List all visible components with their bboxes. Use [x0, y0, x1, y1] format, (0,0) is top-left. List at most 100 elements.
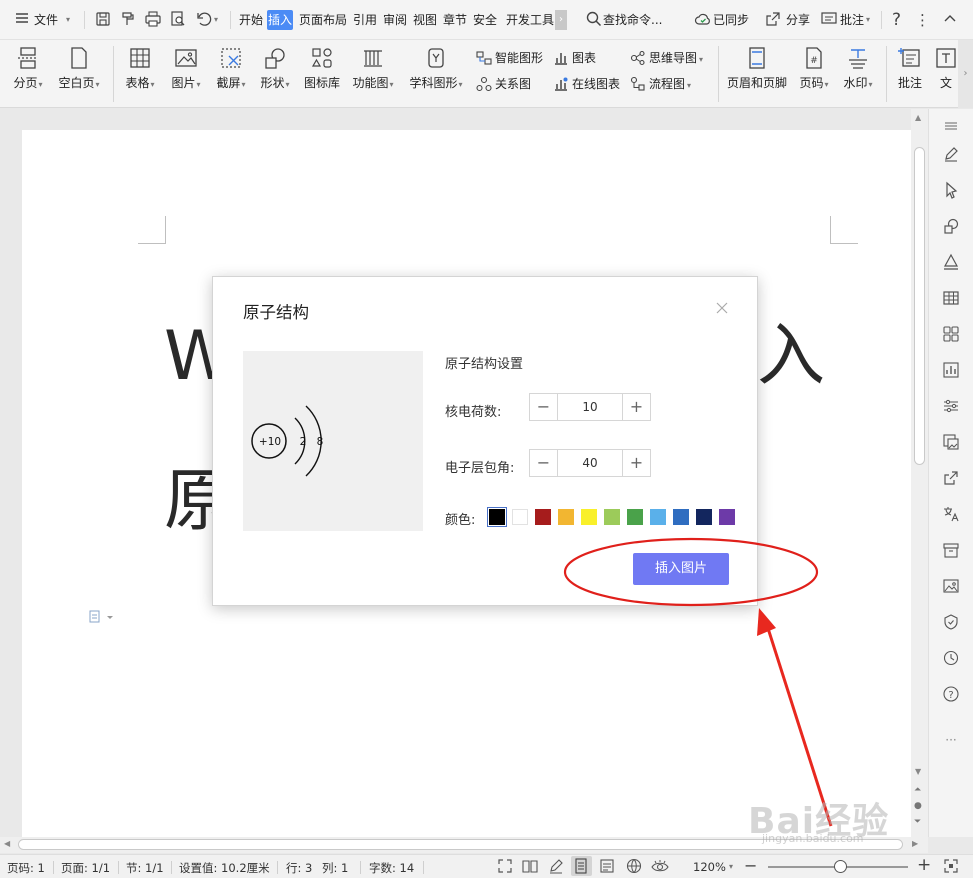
undo-dropdown-icon[interactable]: ▾	[214, 9, 218, 31]
scroll-right-icon[interactable]: ▶	[912, 839, 918, 848]
security-icon[interactable]	[942, 613, 960, 631]
hamburger-menu-icon[interactable]	[14, 10, 32, 28]
vertical-scroll-thumb[interactable]	[914, 147, 925, 465]
color-swatch[interactable]	[535, 509, 551, 525]
status-page-code[interactable]: 页码: 1	[7, 860, 45, 876]
chart-button[interactable]: 图表	[553, 48, 596, 68]
color-swatch[interactable]	[673, 509, 689, 525]
search-command[interactable]: 查找命令...	[603, 9, 662, 31]
status-page[interactable]: 页面: 1/1	[61, 860, 110, 876]
reading-mode-icon[interactable]	[522, 858, 538, 877]
tab-home[interactable]: 开始	[238, 10, 264, 30]
tab-chapter[interactable]: 章节	[442, 10, 468, 30]
next-page-icon[interactable]: ⏷	[914, 817, 921, 827]
color-swatch[interactable]	[512, 509, 528, 525]
zoom-level[interactable]: 120%	[693, 860, 726, 874]
sync-status[interactable]: 已同步	[713, 9, 749, 31]
scroll-left-icon[interactable]: ◀	[4, 839, 10, 848]
tab-review[interactable]: 审阅	[382, 10, 408, 30]
style-icon[interactable]	[942, 253, 960, 271]
color-swatch[interactable]	[558, 509, 574, 525]
prev-page-icon[interactable]: ⏶	[914, 785, 921, 795]
screenshot-button[interactable]: 截屏▾	[211, 46, 251, 102]
format-painter-icon[interactable]	[119, 10, 137, 28]
shape-button[interactable]: 形状▾	[255, 46, 295, 102]
print-icon[interactable]	[144, 10, 162, 28]
color-swatch[interactable]	[627, 509, 643, 525]
page-number-button[interactable]: # 页码▾	[794, 46, 834, 102]
function-chart-button[interactable]: 功能图▾	[348, 46, 398, 102]
comment-menu[interactable]: 批注	[840, 9, 864, 31]
chevron-down-icon[interactable]: ▾	[66, 9, 70, 31]
chevron-down-icon[interactable]: ▾	[866, 9, 870, 31]
shapes-icon[interactable]	[942, 217, 960, 235]
charge-input[interactable]	[559, 394, 621, 420]
zoom-in-button[interactable]: +	[917, 855, 931, 875]
icon-library-button[interactable]: 图标库	[301, 46, 343, 102]
tab-reference[interactable]: 引用	[352, 10, 378, 30]
select-cursor-icon[interactable]	[942, 181, 960, 199]
charge-decrease-button[interactable]: −	[530, 394, 558, 420]
collapse-sidebar-icon[interactable]	[942, 117, 960, 135]
tab-security[interactable]: 安全	[472, 10, 498, 30]
comment-ribbon-button[interactable]: 批注	[892, 46, 928, 102]
color-swatch[interactable]	[487, 507, 507, 527]
relation-chart-button[interactable]: 关系图	[476, 74, 531, 94]
help-icon[interactable]: ?	[892, 9, 901, 31]
apps-icon[interactable]	[942, 325, 960, 343]
color-swatch[interactable]	[650, 509, 666, 525]
color-swatch[interactable]	[719, 509, 735, 525]
zoom-dropdown-icon[interactable]: ▾	[729, 862, 733, 871]
share-icon[interactable]	[764, 10, 782, 28]
blank-page-button[interactable]: 空白页▾	[54, 46, 104, 102]
angle-increase-button[interactable]: +	[622, 450, 650, 476]
cloud-sync-icon[interactable]	[694, 10, 712, 28]
picture-button[interactable]: 图片▾	[166, 46, 206, 102]
chart-sidebar-icon[interactable]	[942, 361, 960, 379]
picture-sidebar-icon[interactable]	[942, 577, 960, 595]
undo-icon[interactable]	[195, 10, 213, 28]
fit-window-icon[interactable]	[943, 858, 959, 877]
search-icon[interactable]	[585, 10, 603, 28]
tab-view[interactable]: 视图	[412, 10, 438, 30]
file-menu[interactable]: 文件	[34, 9, 58, 31]
status-row[interactable]: 行: 3	[286, 860, 312, 876]
close-icon[interactable]	[715, 301, 729, 315]
online-chart-button[interactable]: 在线图表	[553, 74, 620, 94]
outline-view-icon[interactable]	[599, 858, 615, 877]
status-column[interactable]: 列: 1	[322, 860, 348, 876]
sliders-icon[interactable]	[942, 397, 960, 415]
tab-insert[interactable]: 插入	[267, 10, 294, 30]
fullscreen-icon[interactable]	[497, 858, 513, 877]
more-options-icon[interactable]: ⋮	[915, 9, 930, 31]
page-break-button[interactable]: 分页▾	[8, 46, 48, 102]
writing-mode-icon[interactable]	[548, 858, 564, 877]
select-browse-icon[interactable]: ●	[914, 801, 922, 811]
zoom-out-button[interactable]: −	[744, 856, 757, 875]
vertical-scrollbar[interactable]: ▲ ▼ ⏶ ● ⏷	[911, 109, 928, 837]
paste-options-icon[interactable]	[88, 609, 116, 628]
table-sidebar-icon[interactable]	[942, 289, 960, 307]
comment-icon[interactable]	[820, 10, 838, 28]
color-swatch[interactable]	[581, 509, 597, 525]
history-icon[interactable]	[942, 649, 960, 667]
print-preview-icon[interactable]	[169, 10, 187, 28]
angle-decrease-button[interactable]: −	[530, 450, 558, 476]
color-swatch[interactable]	[696, 509, 712, 525]
scroll-down-icon[interactable]: ▼	[915, 767, 921, 776]
table-button[interactable]: 表格▾	[120, 46, 160, 102]
status-section[interactable]: 节: 1/1	[126, 860, 164, 876]
image-library-icon[interactable]	[942, 433, 960, 451]
smart-art-button[interactable]: 智能图形	[476, 48, 543, 68]
status-word-count[interactable]: 字数: 14	[369, 860, 414, 876]
save-icon[interactable]	[94, 10, 112, 28]
status-setting[interactable]: 设置值: 10.2厘米	[179, 860, 270, 876]
color-swatch[interactable]	[604, 509, 620, 525]
text-button[interactable]: 文	[934, 46, 958, 102]
page-view-icon[interactable]	[571, 856, 592, 876]
help-sidebar-icon[interactable]: ?	[942, 685, 960, 703]
export-icon[interactable]	[942, 469, 960, 487]
collapse-ribbon-icon[interactable]	[941, 10, 959, 28]
ribbon-scroll-right[interactable]: ›	[958, 40, 973, 108]
eye-protection-icon[interactable]	[651, 858, 669, 877]
